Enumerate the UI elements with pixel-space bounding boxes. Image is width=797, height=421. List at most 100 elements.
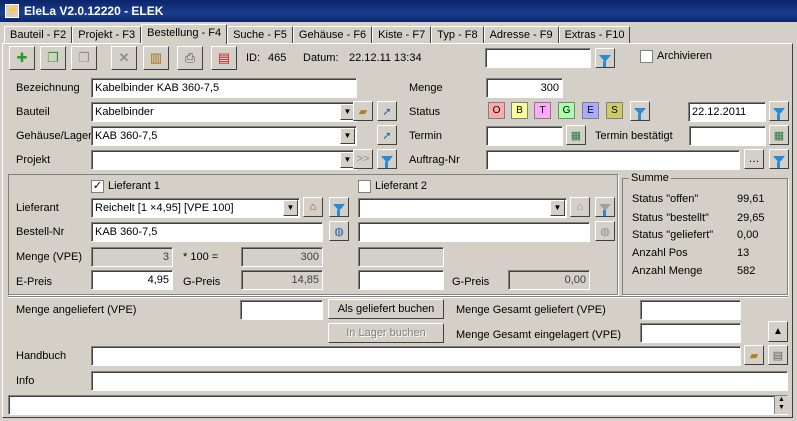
epreis-label: E-Preis [16,276,53,288]
id-label: ID: [246,52,261,64]
menge-vpe2-input [358,247,444,267]
als-geliefert-buchen-button[interactable]: Als geliefert buchen [328,299,444,319]
datum-value: 22.12.11 13:34 [349,52,422,64]
delete-icon[interactable]: ✕ [111,46,137,70]
filter-icon[interactable] [595,197,615,217]
status-s-button[interactable]: S [606,102,623,119]
globe-icon[interactable]: ◍ [595,221,615,241]
projekt-label: Projekt [16,154,51,166]
bezeichnung-input[interactable]: Kabelbinder KAB 360-7,5 [91,78,357,98]
goto-arrow-icon[interactable]: ➚ [377,125,397,145]
status-offen-label: O [492,105,501,116]
more-button[interactable]: … [744,149,764,169]
gehaeuse-select[interactable]: KAB 360-7,5 ▼ [91,126,357,146]
open-folder-icon[interactable]: ▰ [353,101,373,121]
menge-vpe-label: Menge (VPE) [16,251,83,263]
filter-icon[interactable] [329,197,349,217]
export-icon[interactable]: ▤ [211,46,237,70]
bestellnr2-input[interactable] [358,222,590,242]
goto-arrow-icon[interactable]: ➚ [377,101,397,121]
epreis2-input[interactable] [358,270,444,290]
bestellnr-label: Bestell-Nr [16,226,65,238]
new-icon[interactable]: ✚ [9,46,35,70]
spin-scrollbar[interactable]: ▲ ▼ [774,396,788,414]
datum-label: Datum: [303,52,339,64]
document-icon[interactable]: ▤ [768,345,788,365]
menge-input[interactable]: 300 [486,78,563,98]
status-date-input[interactable]: 22.12.2011 [688,102,766,122]
collapse-up-icon[interactable]: ▲ [768,321,788,342]
angeliefert-input[interactable] [240,300,323,320]
projekt-select[interactable]: ▼ [91,150,357,170]
summe-row-value: 582 [737,265,756,277]
auftrag-input[interactable] [486,150,740,170]
id-value: 465 [268,52,287,64]
chevron-down-icon[interactable]: ▼ [283,200,298,216]
filter-icon[interactable] [595,48,615,68]
chevron-down-icon[interactable]: ▼ [340,128,355,144]
archive-icon[interactable]: ▥ [143,46,169,70]
filter-icon[interactable] [769,101,789,121]
in-lager-buchen-button[interactable]: In Lager buchen [328,323,444,343]
tab-kiste[interactable]: Kiste - F7 [372,26,432,44]
tab-gehaeuse[interactable]: Gehäuse - F6 [292,26,373,44]
info-input[interactable] [91,371,788,391]
epreis1-input[interactable]: 4,95 [91,270,173,290]
summe-row-value: 0,00 [737,229,759,241]
status-geliefert-button[interactable]: G [558,102,575,119]
projekt-jump-button[interactable]: >> [353,149,373,169]
filter-icon[interactable] [377,149,397,169]
lieferant1-select[interactable]: Reichelt [1 ×4,95] [VPE 100] ▼ [91,198,300,218]
tab-bestellung[interactable]: Bestellung - F4 [141,24,228,44]
gesamt-lager-input[interactable] [640,323,741,343]
termin-bestaetigt-input[interactable] [689,126,766,146]
calendar-icon[interactable]: ▦ [566,125,586,145]
status-bestellt-label: B [516,105,523,116]
divider [8,296,788,297]
gesamt-geliefert-label: Menge Gesamt geliefert (VPE) [456,304,606,316]
archive-checkbox[interactable] [640,50,653,63]
status-bestellt-button[interactable]: B [511,102,528,119]
status-teil-label: T [539,105,546,116]
lieferant2-checkbox[interactable] [358,180,371,193]
copy-icon[interactable]: ❐ [40,46,66,70]
info-label: Info [16,375,35,387]
status-label: Status [409,106,441,118]
status-eingelagert-button[interactable]: E [582,102,599,119]
duplicate-icon[interactable]: ❐ [71,46,97,70]
house-icon[interactable]: ⌂ [570,197,590,217]
status-eingelagert-label: E [587,105,594,116]
calendar-icon[interactable]: ▦ [769,125,789,145]
tab-adresse[interactable]: Adresse - F9 [483,26,559,44]
menge-vpe1-input: 3 [91,247,173,267]
chevron-down-icon[interactable]: ▼ [550,200,565,216]
bauteil-value: Kabelbinder [95,106,154,118]
search-input[interactable] [485,48,591,68]
gehaeuse-label: Gehäuse/Lager [16,130,92,142]
archive-label: Archivieren [657,50,713,62]
tab-extras[interactable]: Extras - F10 [558,26,631,44]
termin-input[interactable] [486,126,563,146]
status-offen-button[interactable]: O [488,102,505,119]
lieferant2-select[interactable]: ▼ [358,198,567,218]
handbuch-input[interactable] [91,346,741,366]
tab-bauteil[interactable]: Bauteil - F2 [4,26,73,44]
open-folder-icon[interactable]: ▰ [744,345,764,365]
summe-row-label: Anzahl Pos [632,247,688,259]
bestellnr1-input[interactable]: KAB 360-7,5 [91,222,323,242]
bauteil-select[interactable]: Kabelbinder ▼ [91,102,357,122]
house-icon[interactable]: ⌂ [303,197,323,217]
filter-icon[interactable] [630,101,650,121]
gesamt-geliefert-input[interactable] [640,300,741,320]
summe-row-label: Status "bestellt" [632,212,709,224]
status-teil-button[interactable]: T [534,102,551,119]
lieferant1-checkbox[interactable]: ✓ [91,180,104,193]
print-icon[interactable]: ⎙ [177,46,203,70]
handbuch-label: Handbuch [16,350,67,362]
tab-suche[interactable]: Suche - F5 [227,26,293,44]
tab-projekt[interactable]: Projekt - F3 [72,26,142,44]
globe-icon[interactable]: ◍ [329,221,349,241]
filter-icon[interactable] [769,149,789,169]
status-memo[interactable] [8,395,788,415]
tab-typ[interactable]: Typ - F8 [431,26,484,44]
